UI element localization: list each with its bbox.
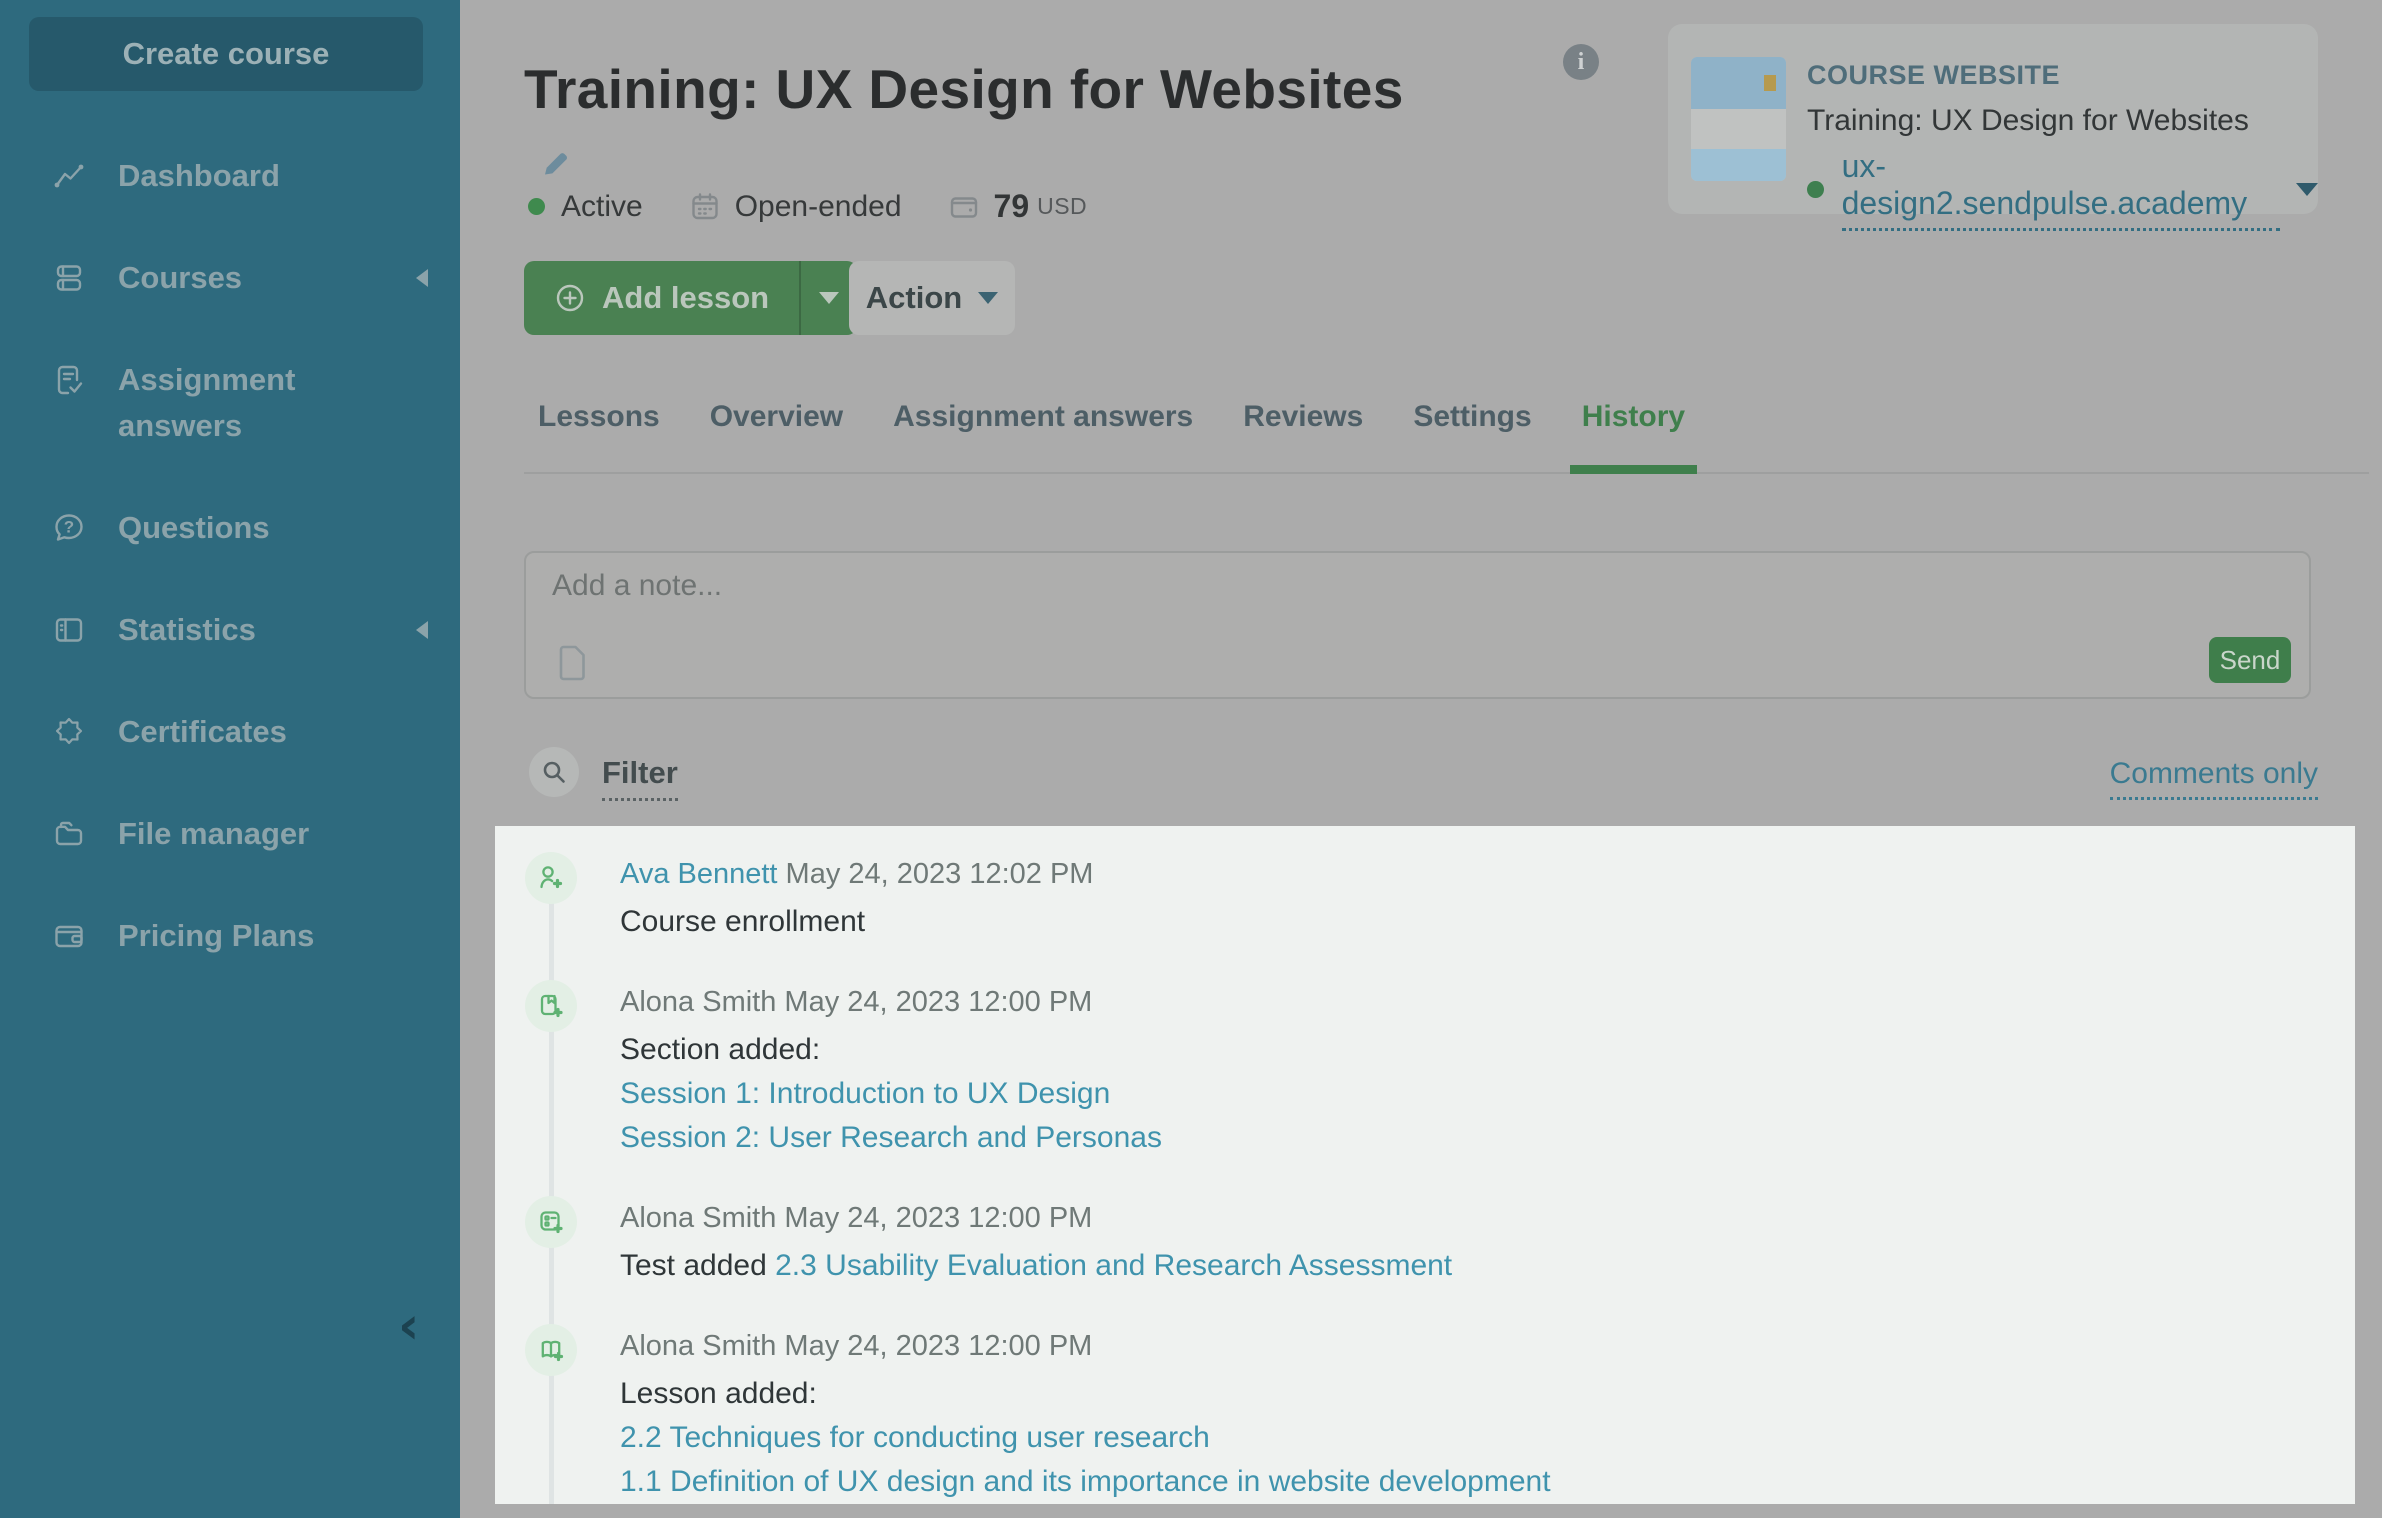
tab-history[interactable]: History xyxy=(1582,400,1685,472)
history-entry: Alona Smith May 24, 2023 12:00 PM Test a… xyxy=(525,1196,2335,1288)
history-user: Alona Smith xyxy=(620,1330,784,1362)
price-value: 79 xyxy=(994,188,1030,225)
certificates-icon xyxy=(52,709,86,755)
sidebar-item-label: Pricing Plans xyxy=(118,913,314,959)
history-event-text: Test added xyxy=(620,1249,775,1282)
course-title-text: Training: UX Design for Websites xyxy=(524,58,1404,120)
history-event-label: Section added: xyxy=(620,1028,1162,1072)
sidebar-collapse-button[interactable]: ‹ xyxy=(398,1300,419,1352)
courses-icon xyxy=(52,255,86,301)
history-user-link[interactable]: Ava Bennett xyxy=(620,858,786,890)
pricing-plans-icon xyxy=(52,913,86,959)
tab-reviews[interactable]: Reviews xyxy=(1243,400,1363,472)
statistics-icon xyxy=(52,607,86,653)
history-entry: Alona Smith May 24, 2023 12:00 PM Sectio… xyxy=(525,980,2335,1160)
domain-dropdown-icon[interactable] xyxy=(2296,183,2318,196)
sidebar-item-courses[interactable]: Courses xyxy=(0,255,460,301)
history-event-text: Course enrollment xyxy=(620,905,865,938)
history-panel: Ava Bennett May 24, 2023 12:02 PM Course… xyxy=(495,826,2355,1504)
filter-search-button[interactable] xyxy=(529,747,579,797)
course-domain-link[interactable]: ux-design2.sendpulse.academy xyxy=(1842,148,2280,231)
tab-lessons[interactable]: Lessons xyxy=(538,400,660,472)
website-thumbnail xyxy=(1691,57,1786,181)
sidebar-item-assignment-answers[interactable]: Assignment answers xyxy=(0,357,460,449)
history-date: May 24, 2023 12:02 PM xyxy=(786,858,1094,890)
page-title: Training: UX Design for Websites xyxy=(524,55,1424,196)
action-button[interactable]: Action xyxy=(849,261,1015,335)
course-tabs: Lessons Overview Assignment answers Revi… xyxy=(524,400,2369,474)
create-course-button[interactable]: Create course xyxy=(29,17,423,91)
user-add-icon xyxy=(525,852,577,904)
lesson-link[interactable]: 2.2 Techniques for conducting user resea… xyxy=(620,1416,1551,1460)
history-user: Alona Smith xyxy=(620,1202,784,1234)
dashboard-icon xyxy=(52,153,86,199)
sidebar-item-label: Dashboard xyxy=(118,153,280,199)
lesson-link[interactable]: 1.1 Definition of UX design and its impo… xyxy=(620,1460,1551,1504)
sidebar-item-pricing-plans[interactable]: Pricing Plans xyxy=(0,913,460,959)
edit-title-icon[interactable] xyxy=(540,126,572,195)
history-date: May 24, 2023 12:00 PM xyxy=(784,986,1092,1018)
section-link[interactable]: Session 1: Introduction to UX Design xyxy=(620,1072,1162,1116)
sidebar-item-statistics[interactable]: Statistics xyxy=(0,607,460,653)
filter-label[interactable]: Filter xyxy=(602,755,678,801)
sidebar-item-certificates[interactable]: Certificates xyxy=(0,709,460,755)
add-lesson-label: Add lesson xyxy=(602,280,769,316)
send-button[interactable]: Send xyxy=(2209,637,2291,683)
assignment-answers-icon xyxy=(52,357,86,403)
tab-settings[interactable]: Settings xyxy=(1413,400,1531,472)
history-event-label: Lesson added: xyxy=(620,1372,1551,1416)
plus-circle-icon xyxy=(554,282,586,314)
section-link[interactable]: Session 2: User Research and Personas xyxy=(620,1116,1162,1160)
chevron-left-icon xyxy=(416,621,428,639)
attach-file-icon[interactable] xyxy=(554,643,590,683)
note-input[interactable] xyxy=(550,567,2054,629)
tab-assignment-answers[interactable]: Assignment answers xyxy=(893,400,1193,472)
search-icon xyxy=(540,758,568,786)
chevron-down-icon xyxy=(978,292,998,304)
history-entry: Alona Smith May 24, 2023 12:00 PM Lesson… xyxy=(525,1324,2335,1504)
info-icon[interactable]: i xyxy=(1563,44,1599,80)
sidebar-item-label: File manager xyxy=(118,811,309,857)
test-add-icon xyxy=(525,1196,577,1248)
note-composer: Send xyxy=(524,551,2311,699)
history-date: May 24, 2023 12:00 PM xyxy=(784,1202,1092,1234)
questions-icon: ? xyxy=(52,505,86,551)
calendar-icon xyxy=(689,191,721,223)
course-website-title: Training: UX Design for Websites xyxy=(1807,104,2249,138)
section-add-icon xyxy=(525,980,577,1032)
sidebar-nav: Dashboard Courses Assignment xyxy=(0,153,460,1015)
history-user: Alona Smith xyxy=(620,986,784,1018)
sidebar-item-label: Assignment answers xyxy=(118,357,368,449)
course-status-row: Active Open-ended 79 USD xyxy=(528,188,1087,225)
action-label: Action xyxy=(866,280,962,316)
file-manager-icon xyxy=(52,811,86,857)
price-currency: USD xyxy=(1037,193,1087,220)
lesson-add-icon xyxy=(525,1324,577,1376)
sidebar-item-questions[interactable]: ? Questions xyxy=(0,505,460,551)
add-lesson-button[interactable]: Add lesson xyxy=(524,261,857,335)
sidebar-item-label: Statistics xyxy=(118,607,256,653)
course-history-page: { "sidebar": { "create_course_label": "C… xyxy=(0,0,2382,1518)
course-website-card: COURSE WEBSITE Training: UX Design for W… xyxy=(1668,24,2318,214)
wallet-icon xyxy=(948,191,980,223)
active-status-dot xyxy=(528,198,545,215)
svg-text:?: ? xyxy=(64,518,74,537)
sidebar-item-label: Certificates xyxy=(118,709,287,755)
schedule-label: Open-ended xyxy=(735,190,902,224)
status-active-label: Active xyxy=(561,190,643,224)
sidebar-item-dashboard[interactable]: Dashboard xyxy=(0,153,460,199)
chevron-down-icon xyxy=(819,292,839,304)
course-website-label: COURSE WEBSITE xyxy=(1807,60,2060,91)
sidebar-item-label: Courses xyxy=(118,255,242,301)
test-link[interactable]: 2.3 Usability Evaluation and Research As… xyxy=(775,1249,1452,1282)
history-entry: Ava Bennett May 24, 2023 12:02 PM Course… xyxy=(525,852,2335,944)
sidebar-item-file-manager[interactable]: File manager xyxy=(0,811,460,857)
history-date: May 24, 2023 12:00 PM xyxy=(784,1330,1092,1362)
domain-status-dot xyxy=(1807,181,1824,198)
sidebar: Create course Dashboard Courses xyxy=(0,0,460,1518)
tab-overview[interactable]: Overview xyxy=(710,400,843,472)
comments-only-link[interactable]: Comments only xyxy=(2110,757,2318,800)
sidebar-item-label: Questions xyxy=(118,505,270,551)
chevron-left-icon xyxy=(416,269,428,287)
